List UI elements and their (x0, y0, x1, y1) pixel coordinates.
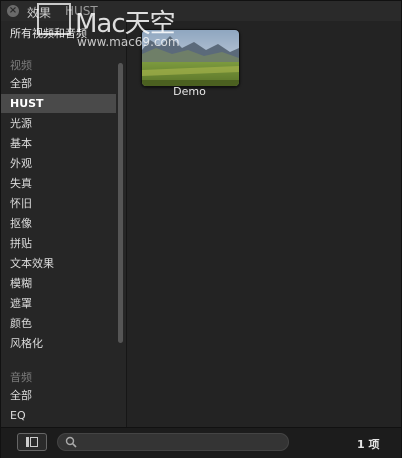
sidebar-toggle-icon (26, 437, 29, 447)
bottom-toolbar: 1 项 (1, 427, 401, 458)
sidebar-item-color[interactable]: 颜色 (1, 314, 116, 333)
sidebar-item-text-effects[interactable]: 文本效果 (1, 254, 116, 273)
sidebar-item-eq[interactable]: EQ (1, 406, 116, 425)
sidebar-item-blur[interactable]: 模糊 (1, 274, 116, 293)
effects-grid: Demo (127, 21, 401, 427)
effect-label-demo: Demo (173, 85, 206, 98)
sidebar-toggle-icon-frame (30, 437, 38, 447)
sidebar-scrollbar[interactable] (118, 63, 124, 343)
close-button[interactable]: × (7, 5, 19, 17)
sidebar-item-hust[interactable]: HUST (1, 94, 116, 113)
watermark-url: www.mac69.com (77, 35, 180, 49)
sidebar-item-retro[interactable]: 怀旧 (1, 194, 116, 213)
sidebar-item-masks[interactable]: 遮罩 (1, 294, 116, 313)
sidebar-item-basic[interactable]: 基本 (1, 134, 116, 153)
sidebar-item-looks[interactable]: 外观 (1, 154, 116, 173)
scrollbar-thumb[interactable] (118, 63, 123, 343)
sidebar-item-keying[interactable]: 抠像 (1, 214, 116, 233)
watermark-logo-icon (37, 3, 71, 35)
search-icon (65, 436, 77, 448)
sidebar-item-light[interactable]: 光源 (1, 114, 116, 133)
sidebar-toggle-button[interactable] (17, 433, 47, 451)
effects-browser-window: × 效果 HUST 所有视频和音频 视频 全部 HUST 光源 基本 外观 失真… (0, 0, 402, 458)
video-section-header: 视频 (10, 59, 32, 72)
sidebar-item-distortion[interactable]: 失真 (1, 174, 116, 193)
category-sidebar: 所有视频和音频 视频 全部 HUST 光源 基本 外观 失真 怀旧 抠像 拼贴 … (1, 21, 127, 427)
sidebar-item-tiling[interactable]: 拼贴 (1, 234, 116, 253)
search-input[interactable] (82, 435, 286, 451)
audio-section-header: 音频 (10, 371, 32, 384)
sidebar-item-stylize[interactable]: 风格化 (1, 334, 116, 353)
search-field[interactable] (57, 433, 289, 451)
item-count: 1 项 (357, 438, 380, 451)
sidebar-item-audio-all[interactable]: 全部 (1, 386, 116, 405)
sidebar-item-video-all[interactable]: 全部 (1, 74, 116, 93)
